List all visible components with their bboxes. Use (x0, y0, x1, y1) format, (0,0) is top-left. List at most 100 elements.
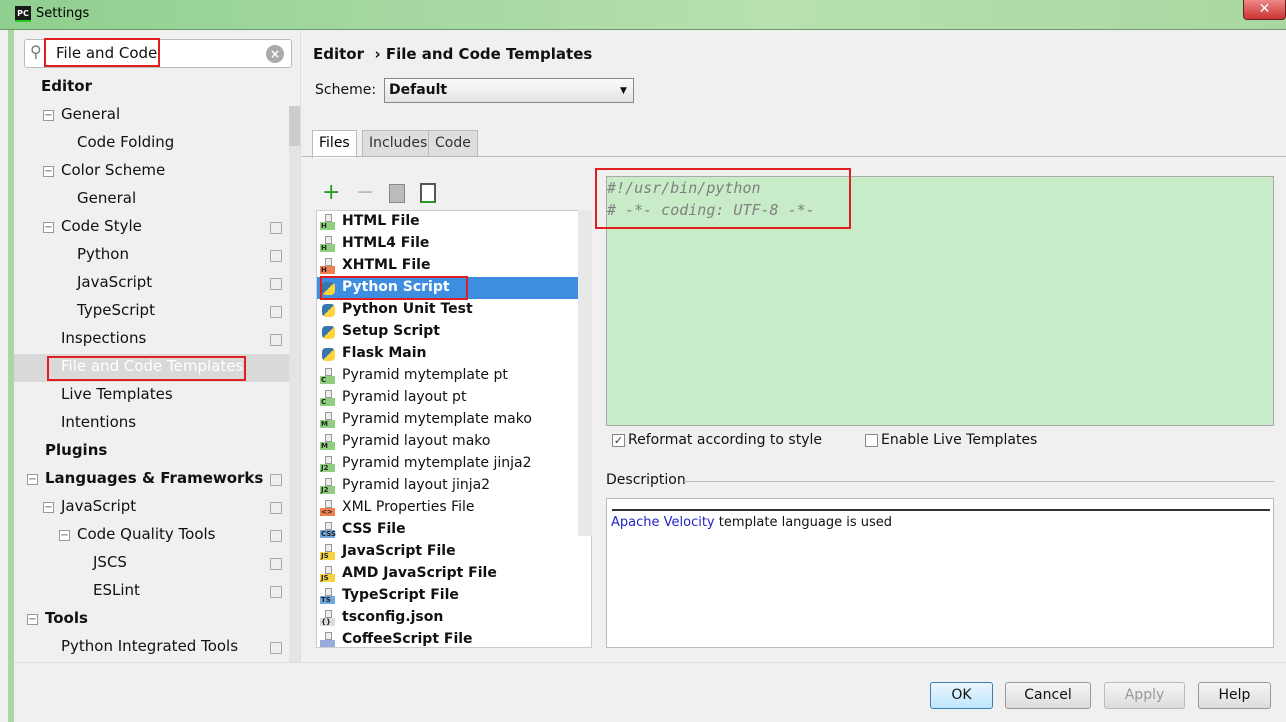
live-templates-checkbox[interactable] (865, 434, 878, 447)
sidebar-scrollbar-thumb[interactable] (289, 106, 300, 146)
chevron-down-icon[interactable]: ▼ (620, 86, 627, 96)
settings-sidebar (14, 31, 301, 662)
template-label: TypeScript File (342, 587, 459, 603)
clear-search-icon[interactable]: × (266, 45, 284, 63)
sidebar-item-javascript[interactable]: JavaScript (77, 273, 152, 295)
remove-template-button[interactable]: − (356, 180, 374, 206)
sidebar-item-label: Live Templates (61, 385, 173, 403)
sidebar-item-label: Tools (45, 609, 88, 627)
reset-template-icon[interactable] (420, 183, 436, 203)
template-item-pyramid-mytemplate-mako[interactable]: M Pyramid mytemplate mako (317, 409, 579, 431)
divider (612, 509, 1270, 511)
sidebar-item-inspections[interactable]: Inspections (61, 329, 146, 351)
file-type-icon: JS (320, 566, 336, 582)
sidebar-item-live-templates[interactable]: Live Templates (61, 385, 173, 407)
collapse-toggle-icon[interactable]: − (43, 110, 54, 121)
collapse-toggle-icon[interactable]: − (43, 166, 54, 177)
template-item-pyramid-mytemplate-pt[interactable]: C Pyramid mytemplate pt (317, 365, 579, 387)
template-item-coffeescript-file[interactable]: CoffeeScript File (317, 629, 579, 647)
sidebar-item-intentions[interactable]: Intentions (61, 413, 136, 435)
template-item-html4-file[interactable]: H HTML4 File (317, 233, 579, 255)
close-window-button[interactable]: ✕ (1243, 0, 1286, 20)
cancel-button[interactable]: Cancel (1005, 682, 1091, 709)
file-type-icon: {} (320, 610, 336, 626)
template-item-flask-main[interactable]: Flask Main (317, 343, 579, 365)
sidebar-item-tools[interactable]: Tools (45, 609, 88, 631)
search-icon[interactable]: ⚲ (30, 42, 42, 61)
window-title: Settings (36, 6, 90, 21)
template-item-pyramid-layout-jinja2[interactable]: J2 Pyramid layout jinja2 (317, 475, 579, 497)
sidebar-item-code-folding[interactable]: Code Folding (77, 133, 174, 155)
breadcrumb: Editor › File and Code Templates (313, 45, 592, 63)
apache-velocity-link[interactable]: Apache Velocity (611, 515, 715, 530)
tab-code[interactable]: Code (428, 130, 478, 157)
collapse-toggle-icon[interactable]: − (43, 222, 54, 233)
sidebar-item-general[interactable]: General (77, 189, 136, 211)
sidebar-item-label: ESLint (93, 581, 140, 599)
template-item-tsconfig-json[interactable]: {} tsconfig.json (317, 607, 579, 629)
description-label: Description (606, 472, 686, 488)
template-item-xhtml-file[interactable]: H XHTML File (317, 255, 579, 277)
sidebar-item-eslint[interactable]: ESLint (93, 581, 140, 603)
template-label: tsconfig.json (342, 609, 444, 625)
sidebar-item-color-scheme[interactable]: Color Scheme (61, 161, 165, 183)
sidebar-item-python[interactable]: Python (77, 245, 129, 267)
template-item-typescript-file[interactable]: TS TypeScript File (317, 585, 579, 607)
collapse-toggle-icon[interactable]: − (27, 474, 38, 485)
sidebar-item-javascript[interactable]: JavaScript (61, 497, 136, 519)
template-label: XHTML File (342, 257, 431, 273)
tab-files[interactable]: Files (312, 130, 357, 158)
template-item-pyramid-layout-pt[interactable]: C Pyramid layout pt (317, 387, 579, 409)
template-item-html-file[interactable]: H HTML File (317, 211, 579, 233)
sidebar-item-label: Code Style (61, 217, 142, 235)
python-file-icon (320, 346, 336, 362)
template-item-python-unit-test[interactable]: Python Unit Test (317, 299, 579, 321)
file-type-icon: C (320, 390, 336, 406)
sidebar-item-label: Python (77, 245, 129, 263)
file-type-icon: C (320, 368, 336, 384)
sidebar-item-editor[interactable]: Editor (41, 77, 92, 99)
file-type-icon: H (320, 214, 336, 230)
sidebar-item-code-style[interactable]: Code Style (61, 217, 142, 239)
python-file-icon (320, 302, 336, 318)
template-item-xml-properties-file[interactable]: <> XML Properties File (317, 497, 579, 519)
add-template-button[interactable]: + (322, 180, 340, 206)
reformat-label[interactable]: Reformat according to style (628, 432, 822, 448)
reformat-checkbox[interactable]: ✓ (612, 434, 625, 447)
template-label: Pyramid mytemplate pt (342, 367, 508, 383)
sidebar-item-python-integrated-tools[interactable]: Python Integrated Tools (61, 637, 238, 659)
sidebar-item-languages-frameworks[interactable]: Languages & Frameworks (45, 469, 263, 491)
tab-includes[interactable]: Includes (362, 130, 435, 157)
template-item-pyramid-mytemplate-jinja2[interactable]: J2 Pyramid mytemplate jinja2 (317, 453, 579, 475)
apply-button[interactable]: Apply (1104, 682, 1185, 709)
template-label: Pyramid layout pt (342, 389, 467, 405)
templates-list-scrollbar[interactable] (578, 210, 592, 536)
collapse-toggle-icon[interactable]: − (27, 614, 38, 625)
template-item-pyramid-layout-mako[interactable]: M Pyramid layout mako (317, 431, 579, 453)
live-templates-label[interactable]: Enable Live Templates (881, 432, 1037, 448)
help-button[interactable]: Help (1198, 682, 1271, 709)
template-label: AMD JavaScript File (342, 565, 497, 581)
template-item-amd-javascript-file[interactable]: JS AMD JavaScript File (317, 563, 579, 585)
divider (684, 481, 1274, 482)
collapse-toggle-icon[interactable]: − (43, 502, 54, 513)
sidebar-item-label: General (61, 105, 121, 123)
sidebar-item-plugins[interactable]: Plugins (45, 441, 107, 463)
sidebar-item-label: Inspections (61, 329, 147, 347)
ok-button[interactable]: OK (930, 682, 993, 709)
sidebar-scrollbar[interactable] (289, 106, 300, 662)
sidebar-item-general[interactable]: General (61, 105, 120, 127)
collapse-toggle-icon[interactable]: − (59, 530, 70, 541)
copy-template-icon[interactable] (389, 184, 405, 203)
sidebar-item-typescript[interactable]: TypeScript (77, 301, 155, 323)
sidebar-item-jscs[interactable]: JSCS (93, 553, 127, 575)
template-label: JavaScript File (342, 543, 456, 559)
template-label: HTML File (342, 213, 420, 229)
project-scope-icon (270, 642, 282, 654)
template-item-setup-script[interactable]: Setup Script (317, 321, 579, 343)
sidebar-item-code-quality-tools[interactable]: Code Quality Tools (77, 525, 216, 547)
template-item-css-file[interactable]: CSS CSS File (317, 519, 579, 541)
scheme-dropdown[interactable]: Default (384, 78, 634, 103)
sidebar-item-label: General (77, 189, 137, 207)
template-item-javascript-file[interactable]: JS JavaScript File (317, 541, 579, 563)
